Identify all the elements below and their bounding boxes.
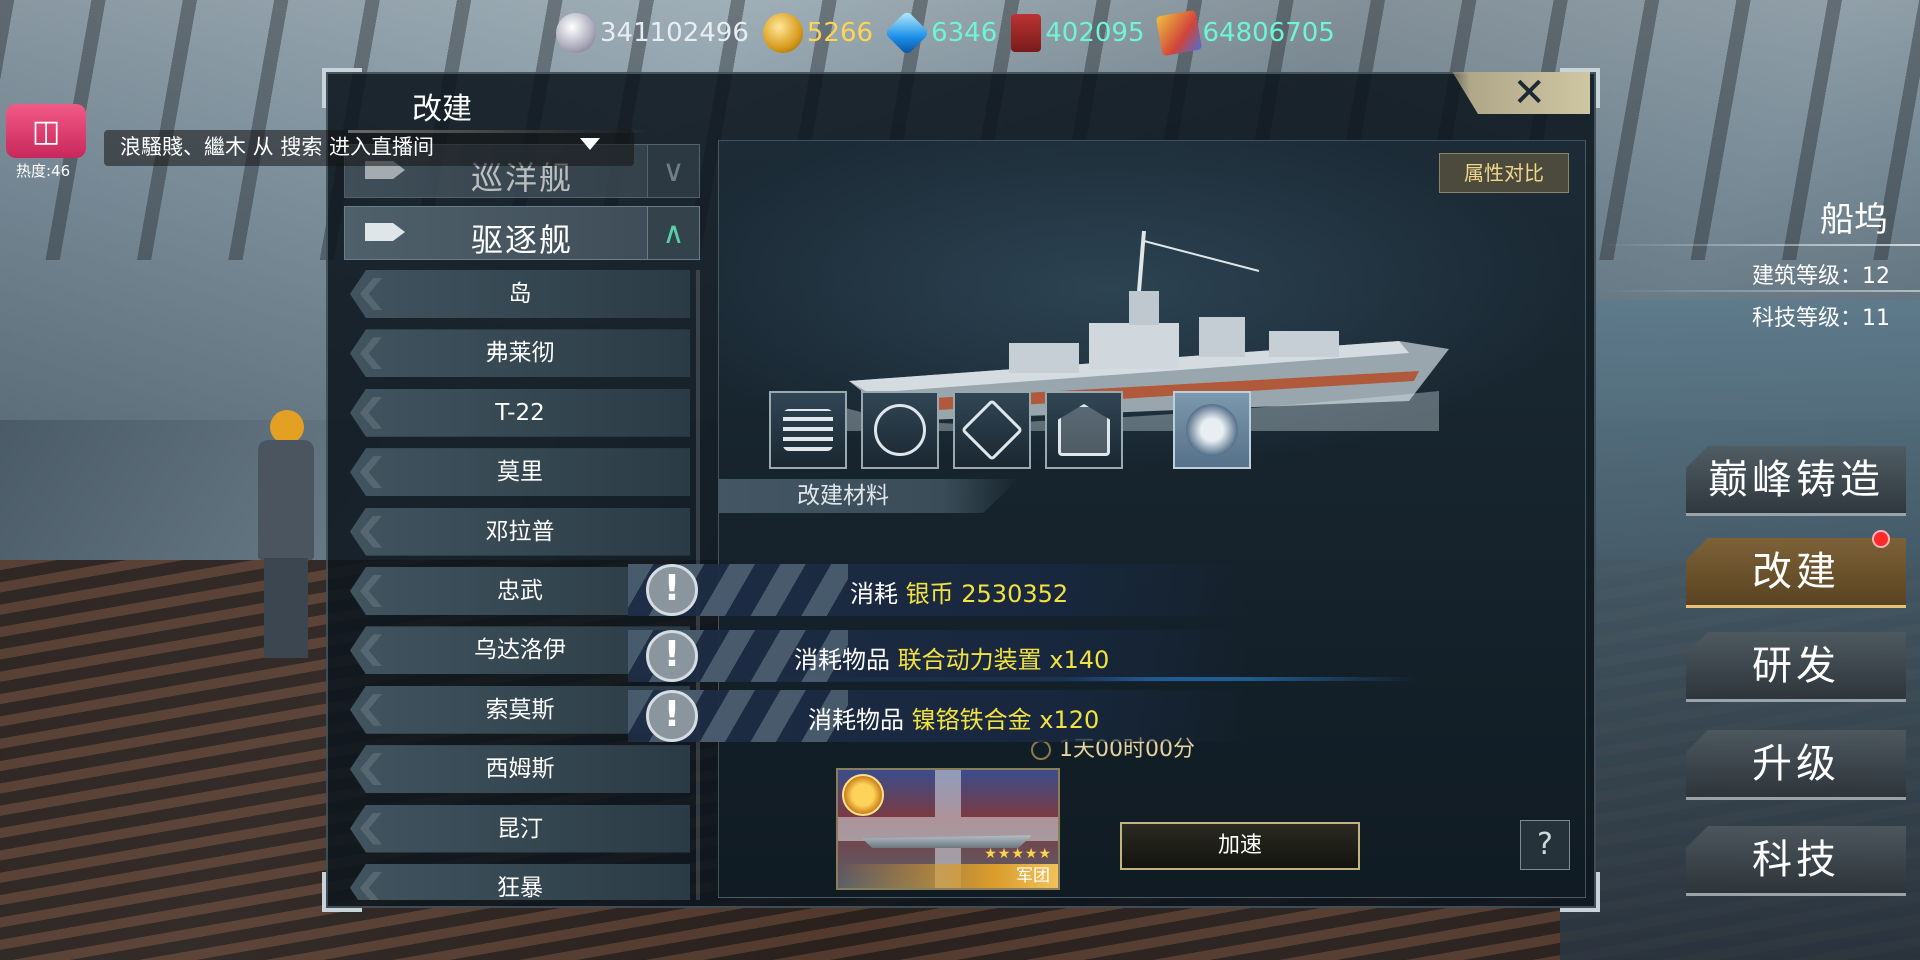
worker-legs [264, 558, 308, 658]
refit-button[interactable]: 改建 [1686, 538, 1906, 608]
star-rating: ★★★★★ [984, 846, 1052, 862]
currency-oil[interactable]: 402095 [1011, 14, 1145, 52]
currency-value: 64806705 [1202, 18, 1335, 48]
stream-heat: 热度:46 [16, 162, 71, 180]
building-level: 建筑等级：12 [1752, 264, 1890, 289]
requirement-cost: 银币 2530352 [905, 580, 1069, 608]
diamond-icon [884, 10, 930, 56]
hardhat [270, 410, 304, 444]
currency-value: 5266 [806, 18, 874, 48]
compare-attributes-button[interactable]: 属性对比 [1439, 153, 1569, 193]
skill-glyph [783, 409, 833, 451]
requirement-text: 消耗物品 联合动力装置 x140 [794, 640, 1109, 675]
rank-badge-icon [842, 774, 884, 816]
live-stream-overlay: ◫ 热度:46 浪騷賤、繼木 从 搜索 进入直播间 [0, 100, 634, 180]
currency-parts[interactable]: 64806705 [1155, 9, 1335, 57]
requirement-row: ! 消耗 银币 2530352 [628, 564, 1248, 616]
currency-value: 6346 [931, 18, 998, 48]
ship-list-item[interactable]: 弗莱彻 [350, 329, 690, 378]
shield-skill-icon[interactable] [1045, 391, 1123, 469]
clock-icon [1031, 740, 1051, 760]
warning-icon: ! [646, 630, 698, 682]
skill-glyph [960, 398, 1024, 462]
requirement-text: 消耗物品 镍铬铁合金 x120 [808, 700, 1099, 735]
requirement-prefix: 消耗物品 [794, 646, 890, 674]
chevron-up-icon[interactable]: ∧ [647, 207, 699, 259]
warning-icon: ! [646, 564, 698, 616]
legion-label: 军团 [838, 864, 1058, 888]
close-icon: ✕ [1512, 70, 1546, 116]
trophy-skill-icon[interactable] [1173, 391, 1251, 469]
aa-radar-skill-icon[interactable] [769, 391, 847, 469]
gold-coin-icon [762, 13, 803, 53]
equipment-slots [769, 391, 1251, 469]
currency-value: 341102496 [600, 18, 749, 48]
stream-app-icon[interactable]: ◫ [6, 104, 86, 158]
ship-list-item[interactable]: 岛 [350, 270, 690, 318]
torpedo-skill-icon[interactable] [861, 391, 939, 469]
result-ship-card[interactable]: ★★★★★ 军团 [836, 768, 1060, 890]
notification-dot [1872, 530, 1890, 548]
category-label: 驱逐舰 [470, 221, 573, 259]
stream-message: 浪騷賤、繼木 从 搜索 进入直播间 [104, 130, 634, 166]
peak-forging-button[interactable]: 巅峰铸造 [1686, 446, 1906, 516]
skill-glyph [1186, 404, 1238, 456]
skill-glyph [1058, 404, 1110, 456]
ship-list-item[interactable]: 莫里 [350, 448, 690, 497]
dock-title: 船坞 [1820, 200, 1888, 240]
requirement-row: ! 消耗物品 镍铬铁合金 x120 [628, 690, 1248, 742]
worker-figure [250, 410, 320, 660]
silver-coin-icon [556, 13, 596, 53]
research-button[interactable]: 研发 [1686, 632, 1906, 702]
caret-down-icon[interactable] [580, 138, 600, 150]
stream-message-text: 浪騷賤、繼木 从 搜索 进入直播间 [120, 135, 435, 159]
oil-barrel-icon [1011, 14, 1042, 52]
upgrade-button[interactable]: 升级 [1686, 730, 1906, 800]
currency-diamond[interactable]: 6346 [884, 10, 998, 56]
technology-button[interactable]: 科技 [1686, 826, 1906, 896]
divider [1600, 244, 1920, 246]
chevron-down-icon[interactable]: ∨ [647, 145, 699, 197]
speed-up-button[interactable]: 加速 [1120, 822, 1360, 870]
currency-value: 402095 [1045, 18, 1145, 48]
help-button[interactable]: ? [1520, 820, 1570, 870]
requirement-prefix: 消耗物品 [808, 706, 904, 734]
requirement-cost: 联合动力装置 x140 [897, 646, 1110, 674]
requirement-text: 消耗 银币 2530352 [850, 574, 1068, 609]
parts-icon [1155, 9, 1202, 57]
tech-level: 科技等级：11 [1752, 306, 1890, 331]
ship-list-item[interactable]: 狂暴 [350, 863, 690, 900]
currency-silver[interactable]: 341102496 [556, 13, 749, 53]
ship-list-item[interactable]: 西姆斯 [350, 745, 690, 794]
warning-icon: ! [646, 690, 698, 742]
category-destroyer[interactable]: 驱逐舰 ∧ [344, 206, 700, 260]
materials-header: 改建材料 [719, 479, 1019, 513]
divider [1600, 290, 1920, 292]
armor-skill-icon[interactable] [953, 391, 1031, 469]
requirement-row: ! 消耗物品 联合动力装置 x140 [628, 630, 1248, 682]
requirement-cost: 镍铬铁合金 x120 [911, 706, 1100, 734]
ship-list-item[interactable]: T-22 [350, 388, 690, 437]
worker-body [258, 440, 314, 560]
currency-gold[interactable]: 5266 [762, 13, 874, 53]
close-button[interactable]: ✕ [1452, 70, 1590, 116]
skill-glyph [874, 404, 926, 456]
currency-bar: 341102496 5266 6346 402095 64806705 [556, 9, 1335, 57]
requirement-prefix: 消耗 [850, 580, 898, 608]
ship-list-item[interactable]: 邓拉普 [350, 507, 690, 556]
ship-list-item[interactable]: 昆汀 [350, 804, 690, 853]
